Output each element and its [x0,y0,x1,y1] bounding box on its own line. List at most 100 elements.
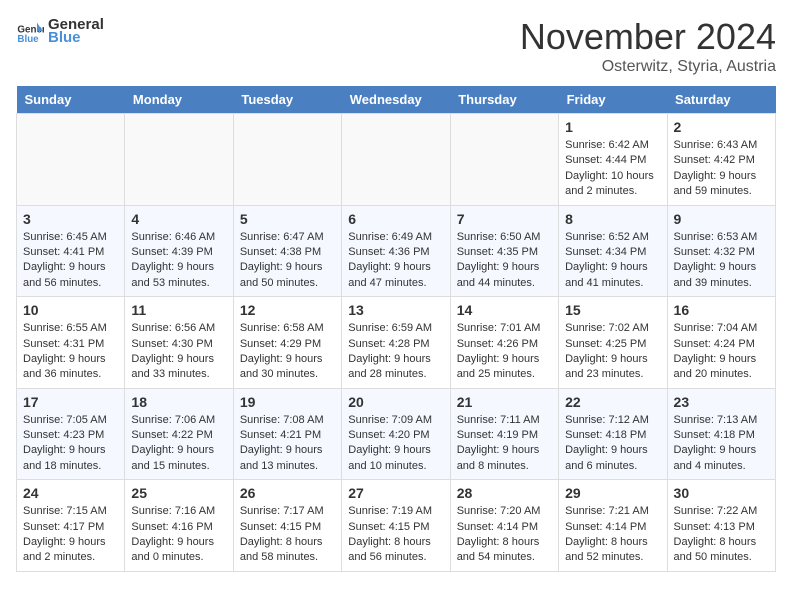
day-number: 5 [240,211,335,227]
calendar-cell: 20 Sunrise: 7:09 AM Sunset: 4:20 PM Dayli… [342,388,450,480]
day-number: 26 [240,485,335,501]
calendar-cell: 10 Sunrise: 6:55 AM Sunset: 4:31 PM Dayli… [17,297,125,389]
day-number: 30 [674,485,769,501]
day-info: Sunrise: 6:43 AM Sunset: 4:42 PM Dayligh… [674,138,769,200]
day-number: 27 [348,485,443,501]
calendar-cell: 24 Sunrise: 7:15 AM Sunset: 4:17 PM Dayli… [17,480,125,572]
calendar-cell: 22 Sunrise: 7:12 AM Sunset: 4:18 PM Dayli… [559,388,667,480]
calendar-cell: 14 Sunrise: 7:01 AM Sunset: 4:26 PM Dayli… [450,297,558,389]
day-info: Sunrise: 7:17 AM Sunset: 4:15 PM Dayligh… [240,504,335,566]
day-number: 16 [674,302,769,318]
calendar-cell: 8Sunrise: 6:52 AM Sunset: 4:34 PM Daylig… [559,205,667,297]
calendar-cell: 13 Sunrise: 6:59 AM Sunset: 4:28 PM Dayli… [342,297,450,389]
day-info: Sunrise: 7:15 AM Sunset: 4:17 PM Dayligh… [23,504,118,566]
day-info: Sunrise: 7:08 AM Sunset: 4:21 PM Dayligh… [240,413,335,475]
logo: General Blue General Blue [16,16,104,46]
day-info: Sunrise: 7:22 AM Sunset: 4:13 PM Dayligh… [674,504,769,566]
week-row-3: 10 Sunrise: 6:55 AM Sunset: 4:31 PM Dayli… [17,297,776,389]
calendar-cell: 4Sunrise: 6:46 AM Sunset: 4:39 PM Daylig… [125,205,233,297]
calendar-cell: 28 Sunrise: 7:20 AM Sunset: 4:14 PM Dayli… [450,480,558,572]
day-number: 2 [674,119,769,135]
day-number: 23 [674,394,769,410]
calendar-cell [233,114,341,206]
weekday-header-row: SundayMondayTuesdayWednesdayThursdayFrid… [17,86,776,114]
weekday-friday: Friday [559,86,667,114]
calendar-cell: 21 Sunrise: 7:11 AM Sunset: 4:19 PM Dayli… [450,388,558,480]
calendar-cell: 3Sunrise: 6:45 AM Sunset: 4:41 PM Daylig… [17,205,125,297]
day-number: 6 [348,211,443,227]
calendar-cell [17,114,125,206]
week-row-1: 1Sunrise: 6:42 AM Sunset: 4:44 PM Daylig… [17,114,776,206]
day-info: Sunrise: 7:19 AM Sunset: 4:15 PM Dayligh… [348,504,443,566]
svg-text:Blue: Blue [17,34,39,45]
day-number: 15 [565,302,660,318]
weekday-thursday: Thursday [450,86,558,114]
day-number: 1 [565,119,660,135]
day-info: Sunrise: 7:01 AM Sunset: 4:26 PM Dayligh… [457,321,552,383]
day-number: 10 [23,302,118,318]
day-number: 24 [23,485,118,501]
day-info: Sunrise: 6:55 AM Sunset: 4:31 PM Dayligh… [23,321,118,383]
calendar-cell: 16 Sunrise: 7:04 AM Sunset: 4:24 PM Dayli… [667,297,775,389]
day-number: 12 [240,302,335,318]
day-number: 20 [348,394,443,410]
calendar-cell: 7Sunrise: 6:50 AM Sunset: 4:35 PM Daylig… [450,205,558,297]
day-info: Sunrise: 6:59 AM Sunset: 4:28 PM Dayligh… [348,321,443,383]
day-info: Sunrise: 7:12 AM Sunset: 4:18 PM Dayligh… [565,413,660,475]
calendar-cell: 9Sunrise: 6:53 AM Sunset: 4:32 PM Daylig… [667,205,775,297]
day-info: Sunrise: 7:04 AM Sunset: 4:24 PM Dayligh… [674,321,769,383]
calendar-cell: 26 Sunrise: 7:17 AM Sunset: 4:15 PM Dayli… [233,480,341,572]
calendar-cell [450,114,558,206]
day-number: 25 [131,485,226,501]
day-info: Sunrise: 6:56 AM Sunset: 4:30 PM Dayligh… [131,321,226,383]
calendar-cell: 29Sunrise: 7:21 AM Sunset: 4:14 PM Dayli… [559,480,667,572]
day-number: 29 [565,485,660,501]
day-number: 17 [23,394,118,410]
day-info: Sunrise: 6:50 AM Sunset: 4:35 PM Dayligh… [457,230,552,292]
day-number: 19 [240,394,335,410]
calendar-cell: 5 Sunrise: 6:47 AM Sunset: 4:38 PM Daylig… [233,205,341,297]
day-number: 8 [565,211,660,227]
day-info: Sunrise: 6:58 AM Sunset: 4:29 PM Dayligh… [240,321,335,383]
day-info: Sunrise: 7:16 AM Sunset: 4:16 PM Dayligh… [131,504,226,566]
calendar-cell [342,114,450,206]
day-number: 22 [565,394,660,410]
header: General Blue General Blue November 2024 … [16,16,776,76]
calendar-cell: 15Sunrise: 7:02 AM Sunset: 4:25 PM Dayli… [559,297,667,389]
day-number: 9 [674,211,769,227]
day-info: Sunrise: 7:09 AM Sunset: 4:20 PM Dayligh… [348,413,443,475]
day-info: Sunrise: 6:47 AM Sunset: 4:38 PM Dayligh… [240,230,335,292]
week-row-4: 17 Sunrise: 7:05 AM Sunset: 4:23 PM Dayli… [17,388,776,480]
month-title: November 2024 [520,16,776,58]
calendar-body: 1Sunrise: 6:42 AM Sunset: 4:44 PM Daylig… [17,114,776,572]
calendar-cell: 23 Sunrise: 7:13 AM Sunset: 4:18 PM Dayli… [667,388,775,480]
day-info: Sunrise: 7:13 AM Sunset: 4:18 PM Dayligh… [674,413,769,475]
day-info: Sunrise: 6:45 AM Sunset: 4:41 PM Dayligh… [23,230,118,292]
title-area: November 2024 Osterwitz, Styria, Austria [520,16,776,76]
day-info: Sunrise: 7:11 AM Sunset: 4:19 PM Dayligh… [457,413,552,475]
calendar-cell: 25 Sunrise: 7:16 AM Sunset: 4:16 PM Dayli… [125,480,233,572]
week-row-5: 24 Sunrise: 7:15 AM Sunset: 4:17 PM Dayli… [17,480,776,572]
weekday-monday: Monday [125,86,233,114]
weekday-wednesday: Wednesday [342,86,450,114]
calendar-cell: 2 Sunrise: 6:43 AM Sunset: 4:42 PM Daylig… [667,114,775,206]
calendar-cell: 1Sunrise: 6:42 AM Sunset: 4:44 PM Daylig… [559,114,667,206]
day-number: 21 [457,394,552,410]
calendar-cell: 18Sunrise: 7:06 AM Sunset: 4:22 PM Dayli… [125,388,233,480]
calendar-cell: 6 Sunrise: 6:49 AM Sunset: 4:36 PM Daylig… [342,205,450,297]
week-row-2: 3Sunrise: 6:45 AM Sunset: 4:41 PM Daylig… [17,205,776,297]
weekday-saturday: Saturday [667,86,775,114]
day-number: 13 [348,302,443,318]
calendar-cell: 12 Sunrise: 6:58 AM Sunset: 4:29 PM Dayli… [233,297,341,389]
calendar-cell: 17 Sunrise: 7:05 AM Sunset: 4:23 PM Dayli… [17,388,125,480]
calendar-cell: 11Sunrise: 6:56 AM Sunset: 4:30 PM Dayli… [125,297,233,389]
calendar-cell: 19 Sunrise: 7:08 AM Sunset: 4:21 PM Dayli… [233,388,341,480]
day-info: Sunrise: 6:49 AM Sunset: 4:36 PM Dayligh… [348,230,443,292]
calendar-cell [125,114,233,206]
day-number: 14 [457,302,552,318]
day-info: Sunrise: 7:05 AM Sunset: 4:23 PM Dayligh… [23,413,118,475]
calendar-cell: 27 Sunrise: 7:19 AM Sunset: 4:15 PM Dayli… [342,480,450,572]
day-number: 28 [457,485,552,501]
day-info: Sunrise: 6:46 AM Sunset: 4:39 PM Dayligh… [131,230,226,292]
day-info: Sunrise: 7:20 AM Sunset: 4:14 PM Dayligh… [457,504,552,566]
